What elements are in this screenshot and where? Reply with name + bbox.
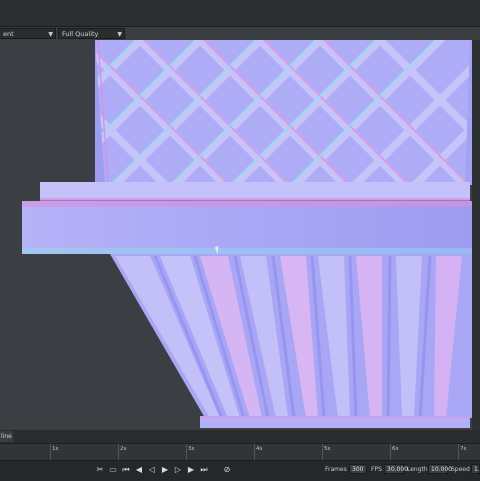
step-back-icon[interactable]: ◀: [134, 464, 144, 476]
play-icon[interactable]: ▶: [160, 464, 170, 476]
ruler-tick: 2s: [118, 444, 126, 460]
loop-icon[interactable]: ▭: [108, 464, 118, 476]
quality-label: Full Quality: [62, 30, 99, 38]
viewport-scrollbar[interactable]: [472, 40, 480, 430]
record-icon[interactable]: ⊘: [222, 464, 232, 476]
shading-mode-label: ent: [3, 30, 14, 38]
chevron-down-icon: ▼: [48, 31, 53, 38]
step-forward-icon[interactable]: ▶: [186, 464, 196, 476]
cut-icon[interactable]: ✂: [95, 464, 105, 476]
playback-controls: ✂ ▭ ⏮ ◀ ◁ ▶ ▷ ▶ ⏭ ⊘ Frames 300 FPS 30.00…: [0, 460, 480, 481]
fps-field[interactable]: 30.000: [384, 464, 408, 474]
length-field[interactable]: 10.000: [428, 464, 452, 474]
length-label: Length: [407, 466, 428, 473]
frames-label: Frames: [325, 466, 347, 473]
timeline-label: line: [0, 431, 13, 442]
speed-label: Speed: [451, 466, 470, 473]
ruler-tick: 7s: [458, 444, 466, 460]
normal-map-render: [22, 40, 480, 428]
next-frame-icon[interactable]: ▷: [173, 464, 183, 476]
ruler-tick: 6s: [390, 444, 398, 460]
ruler-tick: 4s: [254, 444, 262, 460]
fps-label: FPS: [371, 466, 382, 473]
go-to-start-icon[interactable]: ⏮: [121, 464, 131, 476]
ruler-tick: 5s: [322, 444, 330, 460]
speed-field[interactable]: 1.00: [471, 464, 480, 474]
ruler-tick: 1s: [50, 444, 58, 460]
timeline-ruler[interactable]: 1s 2s 3s 4s 5s 6s 7s: [0, 443, 480, 460]
3d-viewport[interactable]: [0, 40, 480, 430]
quality-dropdown[interactable]: Full Quality ▼: [58, 28, 125, 39]
frames-field[interactable]: 300: [349, 464, 367, 474]
go-to-end-icon[interactable]: ⏭: [199, 464, 209, 476]
chevron-down-icon: ▼: [117, 31, 122, 38]
shading-mode-dropdown[interactable]: ent ▼: [0, 28, 56, 39]
ruler-tick: 3s: [186, 444, 194, 460]
prev-frame-icon[interactable]: ◁: [147, 464, 157, 476]
top-toolbar: [0, 0, 480, 27]
